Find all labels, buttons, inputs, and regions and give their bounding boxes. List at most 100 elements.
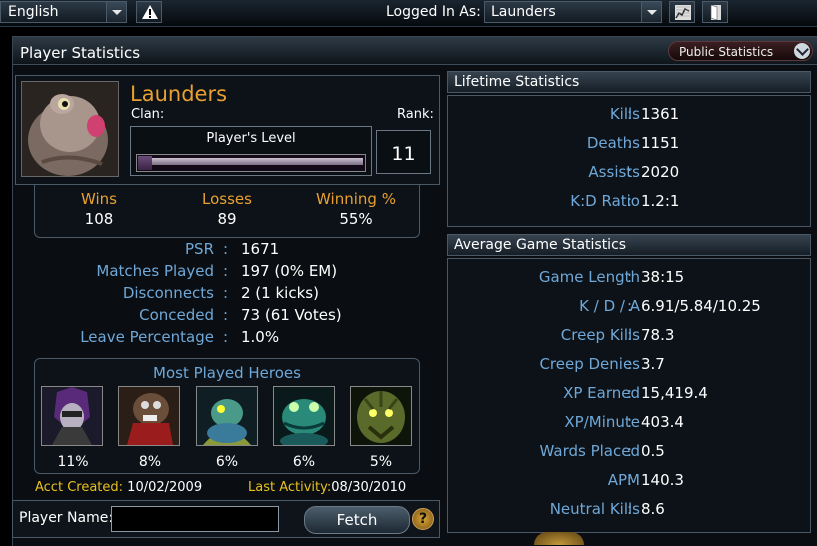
stat-colon: : <box>627 326 633 344</box>
stat-colon: : <box>627 384 633 402</box>
stat-value: 15,419.4 <box>641 384 708 402</box>
player-level-box: Player's Level <box>130 126 372 176</box>
losses-value: 89 <box>217 210 237 228</box>
public-statistics-label: Public Statistics <box>679 45 774 59</box>
stat-value: 1361 <box>641 105 680 123</box>
hero-treant-icon[interactable] <box>350 386 412 446</box>
stat-value: 38:15 <box>641 268 685 286</box>
lifetime-row-assists: Assists : 2020 <box>447 163 811 183</box>
panel-title: Player Statistics <box>20 44 141 62</box>
level-progress-fill <box>138 156 152 170</box>
avg-row: APM : 140.3 <box>447 471 811 491</box>
stat-value: 2020 <box>641 163 680 181</box>
stats-chart-button[interactable] <box>669 1 695 23</box>
hero-pct: 5% <box>369 454 393 470</box>
avatar <box>21 81 119 177</box>
stat-row-leave-percentage: Leave Percentage : 1.0% <box>0 328 420 348</box>
stat-colon: : <box>627 268 633 286</box>
last-activity-label: Last Activity: <box>248 480 332 495</box>
gold-emblem-decoration <box>534 532 584 545</box>
stat-colon: : <box>627 442 633 460</box>
acct-created-label: Acct Created: <box>35 480 124 495</box>
lifetime-statistics-title: Lifetime Statistics <box>454 74 580 90</box>
stat-value: 197 (0% EM) <box>241 262 338 280</box>
wins-label: Wins <box>81 190 117 208</box>
hero-pct: 6% <box>215 454 239 470</box>
stat-row-psr: PSR : 1671 <box>0 240 420 260</box>
public-statistics-dropdown[interactable]: Public Statistics <box>668 41 813 61</box>
chevron-down-icon[interactable] <box>794 43 810 59</box>
losses-label: Losses <box>202 190 252 208</box>
player-name: Launders <box>130 82 228 106</box>
stat-colon: : <box>223 262 229 280</box>
level-progress-track <box>151 158 363 165</box>
rank-value: 11 <box>391 143 416 165</box>
stat-value: 140.3 <box>641 471 684 489</box>
avg-row: Creep Denies : 3.7 <box>447 355 811 375</box>
stat-label: Disconnects <box>122 284 214 302</box>
acct-created-value: 10/02/2009 <box>127 480 203 495</box>
stat-value: 1.0% <box>241 328 280 346</box>
panel-header: Player Statistics Public Statistics <box>13 37 817 65</box>
stat-value: 3.7 <box>641 355 665 373</box>
stat-value: 8.6 <box>641 500 665 518</box>
hero-turtle-icon[interactable] <box>196 386 258 446</box>
lifetime-row-deaths: Deaths : 1151 <box>447 134 811 154</box>
help-icon[interactable]: ? <box>412 508 434 530</box>
hero-beast-rider-icon[interactable] <box>118 386 180 446</box>
chart-icon <box>675 5 691 20</box>
stat-row-conceded: Conceded : 73 (61 Votes) <box>0 306 420 326</box>
avg-row: Creep Kills : 78.3 <box>447 326 811 346</box>
door-icon <box>710 5 721 20</box>
player-name-label: Player Name: <box>19 510 114 526</box>
stat-value: 403.4 <box>641 413 684 431</box>
clan-label: Clan: <box>131 107 165 122</box>
logged-in-label: Logged In As: <box>386 4 481 20</box>
stat-colon: : <box>627 163 633 181</box>
average-statistics-title: Average Game Statistics <box>454 237 627 253</box>
stat-label: Wards Placed <box>539 442 640 460</box>
avg-row: Neutral Kills : 8.6 <box>447 500 811 520</box>
hero-masked-purple-icon[interactable] <box>41 386 103 446</box>
stat-label: Leave Percentage <box>80 328 214 346</box>
lifetime-row-kills: Kills : 1361 <box>447 105 811 125</box>
avg-row: XP/Minute : 403.4 <box>447 413 811 433</box>
winning-pct-stat: Winning % 55% <box>296 190 416 228</box>
stat-value: 78.3 <box>641 326 675 344</box>
stat-value: 1671 <box>241 240 280 258</box>
wins-value: 108 <box>84 210 114 228</box>
avg-row: XP Earned : 15,419.4 <box>447 384 811 404</box>
losses-stat: Losses 89 <box>167 190 287 228</box>
user-select[interactable]: Launders <box>484 1 662 23</box>
player-name-input[interactable] <box>111 506 279 532</box>
stat-colon: : <box>223 240 229 258</box>
stat-value: 2 (1 kicks) <box>241 284 319 302</box>
winning-pct-label: Winning % <box>316 190 396 208</box>
stat-colon: : <box>627 355 633 373</box>
stat-colon: : <box>627 297 633 315</box>
stat-label: Conceded <box>139 306 214 324</box>
stat-label: Kills <box>609 105 640 123</box>
language-select[interactable]: English <box>0 1 127 23</box>
most-played-heroes-title: Most Played Heroes <box>153 364 301 382</box>
fetch-button[interactable]: Fetch <box>304 506 410 534</box>
warning-button[interactable] <box>136 1 162 23</box>
lifetime-statistics-header: Lifetime Statistics <box>447 71 811 93</box>
language-value: English <box>8 4 59 20</box>
hero-frog-icon[interactable] <box>273 386 335 446</box>
chevron-down-icon[interactable] <box>641 2 661 22</box>
chevron-down-icon[interactable] <box>106 2 126 22</box>
wins-stat: Wins 108 <box>39 190 159 228</box>
average-statistics-header: Average Game Statistics <box>447 234 811 256</box>
exit-button[interactable] <box>702 1 728 23</box>
stat-colon: : <box>627 105 633 123</box>
player-level-label: Player's Level <box>206 131 296 146</box>
stat-colon: : <box>223 284 229 302</box>
user-value: Launders <box>491 4 556 20</box>
stat-label: PSR <box>185 240 214 258</box>
lifetime-row-kd-ratio: K:D Ratio : 1.2:1 <box>447 192 811 212</box>
stat-colon: : <box>627 134 633 152</box>
winning-pct-value: 55% <box>339 210 373 228</box>
stat-value: 73 (61 Votes) <box>241 306 342 324</box>
stat-label: APM <box>607 471 640 489</box>
